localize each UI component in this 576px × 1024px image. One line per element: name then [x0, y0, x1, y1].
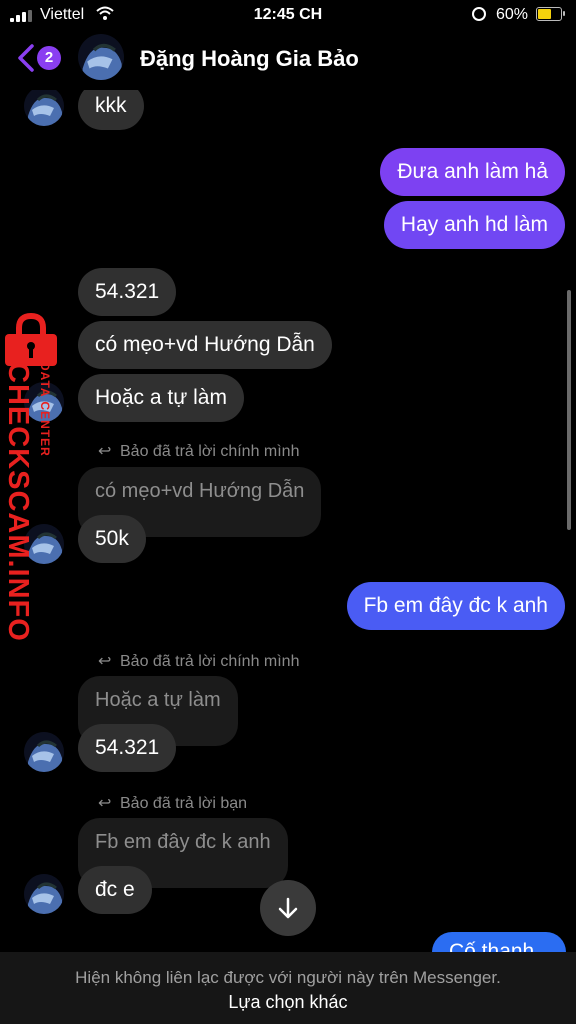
reply-indicator: ↩ Bảo đã trả lời chính mình	[98, 443, 300, 460]
contact-name[interactable]: Đặng Hoàng Gia Bảo	[140, 46, 359, 72]
reply-arrow-icon: ↩	[98, 653, 112, 670]
reply-indicator: ↩ Bảo đã trả lời chính mình	[98, 653, 300, 670]
chat-header: 2 Đặng Hoàng Gia Bảo	[0, 30, 576, 90]
message-bubble[interactable]: đc e	[78, 866, 152, 914]
avatar[interactable]	[24, 874, 64, 914]
watermark-site: CHECKSCAM.INFO	[2, 362, 34, 642]
unread-badge: 2	[37, 46, 61, 70]
avatar[interactable]	[24, 86, 64, 126]
clock: 12:45 CH	[253, 6, 323, 23]
unavailable-footer: Hiện không liên lạc được với người này t…	[0, 952, 576, 1024]
avatar[interactable]	[24, 732, 64, 772]
status-bar: Viettel 12:45 CH 60%	[0, 0, 576, 30]
message-bubble[interactable]: 54.321	[78, 724, 177, 772]
message-bubble[interactable]: có mẹo+vd Hướng Dẫn	[78, 321, 332, 369]
message-bubble[interactable]: 54.321	[78, 268, 177, 316]
rotation-lock-icon	[472, 7, 486, 21]
other-options-button[interactable]: Lựa chọn khác	[0, 992, 576, 1013]
watermark: CHECKSCAM.INFO DATA CENTER	[0, 362, 52, 642]
scroll-to-bottom-button[interactable]	[260, 880, 316, 936]
scrollbar[interactable]	[567, 290, 571, 530]
reply-arrow-icon: ↩	[98, 443, 112, 460]
reply-arrow-icon: ↩	[98, 795, 112, 812]
message-bubble[interactable]: 50k	[78, 515, 146, 563]
chevron-left-icon	[18, 44, 34, 72]
arrow-down-icon	[278, 897, 298, 919]
message-bubble[interactable]: Hay anh hd làm	[383, 201, 565, 249]
avatar[interactable]	[78, 34, 124, 80]
lock-icon	[5, 312, 57, 366]
watermark-tagline: DATA CENTER	[38, 362, 52, 457]
unavailable-notice: Hiện không liên lạc được với người này t…	[75, 968, 501, 987]
back-button[interactable]	[14, 42, 38, 74]
message-bubble[interactable]: Fb em đây đc k anh	[346, 582, 565, 630]
reply-indicator: ↩ Bảo đã trả lời bạn	[98, 795, 248, 812]
battery-percent: 60%	[496, 6, 529, 23]
message-bubble[interactable]: Hoặc a tự làm	[78, 374, 244, 422]
battery-icon	[536, 7, 565, 21]
message-bubble[interactable]: Đưa anh làm hả	[380, 148, 565, 196]
